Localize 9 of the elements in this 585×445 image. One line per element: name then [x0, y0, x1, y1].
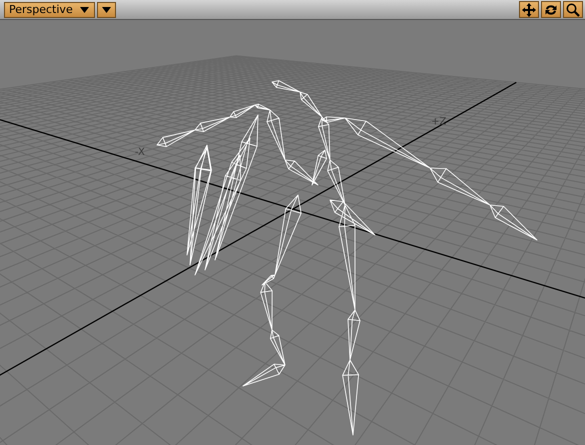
move-icon[interactable] — [519, 1, 539, 18]
rotate-icon[interactable] — [541, 1, 561, 18]
caret-icon — [80, 6, 89, 12]
caret-icon — [102, 6, 111, 12]
zoom-icon[interactable] — [563, 1, 583, 18]
axis-label: +Z — [431, 116, 446, 128]
options-dropdown[interactable] — [96, 2, 116, 18]
view-dropdown[interactable]: Perspective — [4, 2, 95, 18]
axis-label: -X — [134, 146, 145, 158]
